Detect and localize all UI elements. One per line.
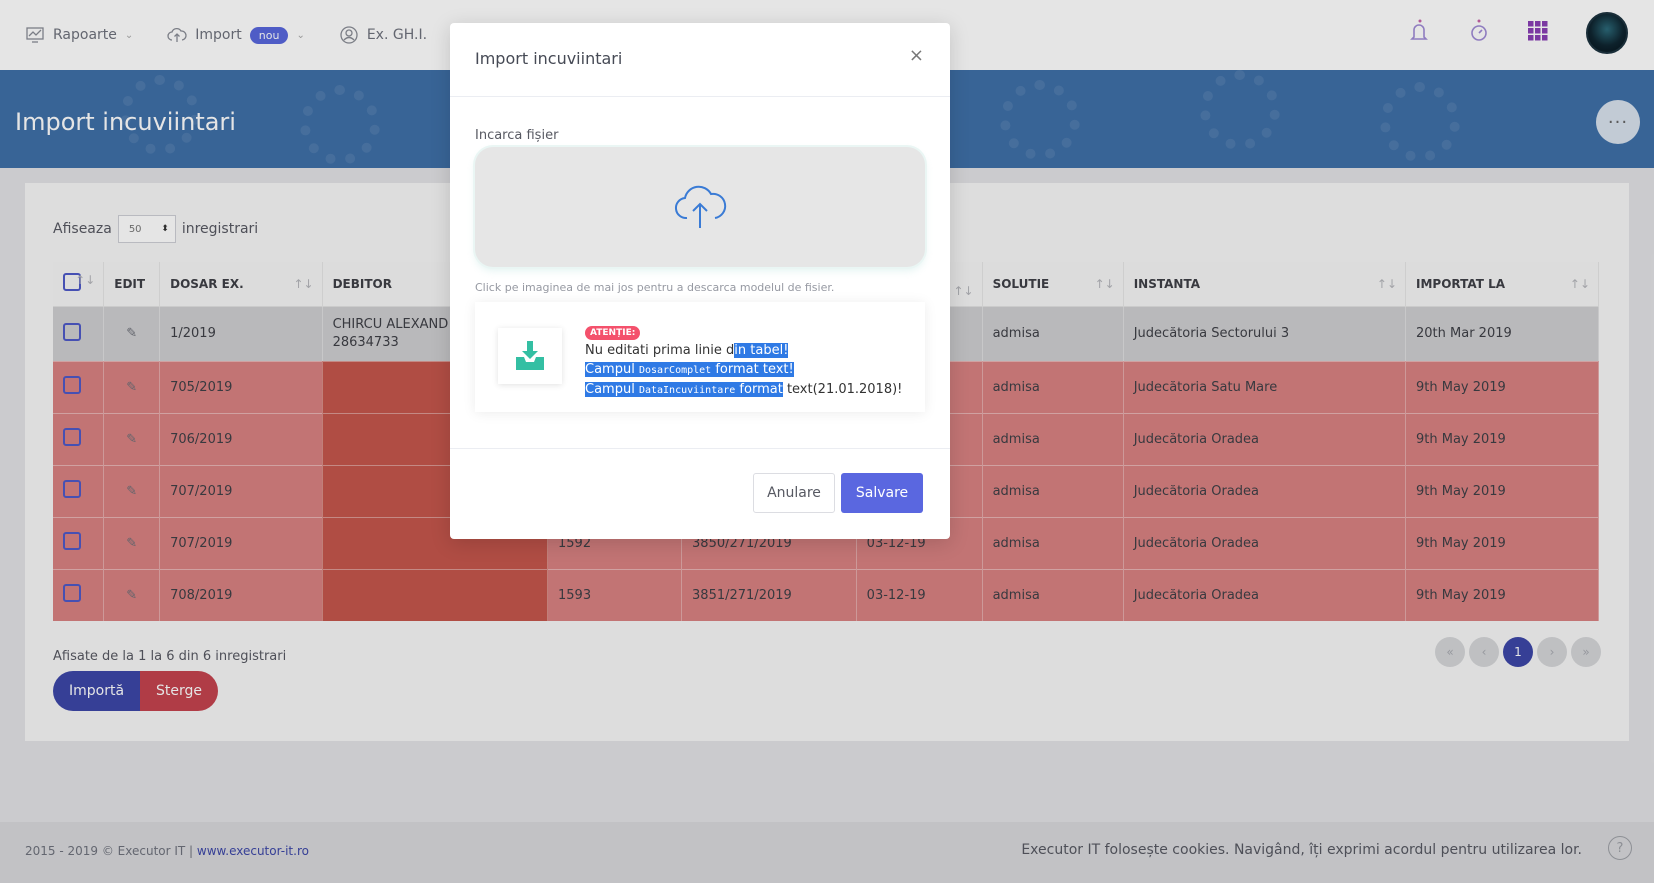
download-tray-icon — [516, 341, 544, 370]
download-hint: Click pe imaginea de mai jos pentru a de… — [475, 281, 835, 294]
cloud-upload-icon — [675, 185, 727, 228]
cancel-button[interactable]: Anulare — [753, 473, 835, 513]
download-template-button[interactable] — [498, 328, 562, 384]
template-notice: ATENȚIE: Nu editati prima linie din tabe… — [475, 302, 925, 412]
file-dropzone[interactable] — [475, 147, 925, 267]
close-icon[interactable]: × — [909, 45, 924, 66]
modal-footer: Anulare Salvare — [450, 449, 950, 539]
save-button[interactable]: Salvare — [841, 473, 923, 513]
warning-badge: ATENȚIE: — [585, 326, 641, 340]
import-modal: Import incuviintari × Incarca fișier Cli… — [450, 23, 950, 539]
notice-text: ATENȚIE: Nu editati prima linie din tabe… — [585, 326, 903, 397]
modal-body: Incarca fișier Click pe imaginea de mai … — [450, 97, 950, 449]
modal-title: Import incuviintari — [475, 49, 623, 68]
modal-header: Import incuviintari × — [450, 23, 950, 97]
upload-label: Incarca fișier — [475, 128, 559, 143]
